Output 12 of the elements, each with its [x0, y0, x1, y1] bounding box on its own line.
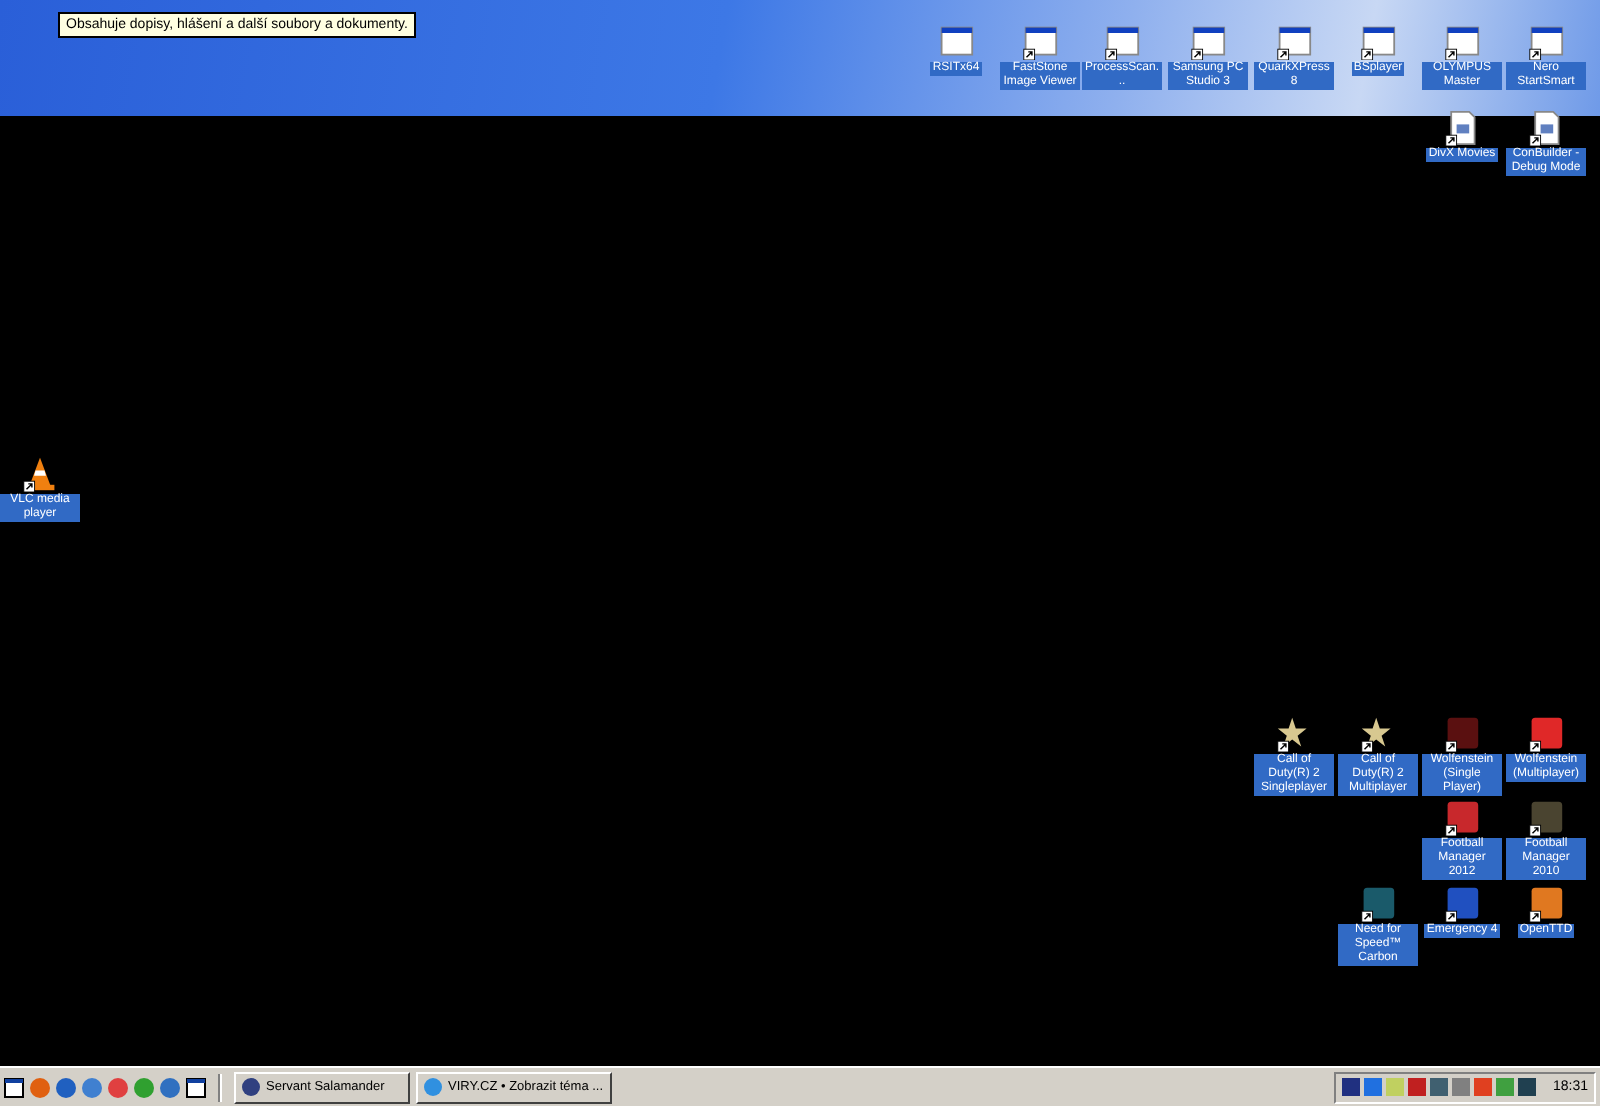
app-icon[interactable]: [56, 1077, 76, 1097]
app-icon[interactable]: [82, 1077, 102, 1097]
tray-icon[interactable]: [1430, 1078, 1449, 1096]
tray-icon[interactable]: [1408, 1078, 1427, 1096]
tray-icon[interactable]: [1342, 1078, 1361, 1096]
window-icon[interactable]: [186, 1077, 206, 1097]
app-icon: [424, 1078, 442, 1096]
app-icon: [242, 1078, 260, 1096]
window-icon[interactable]: [4, 1077, 24, 1097]
app-icon[interactable]: [134, 1077, 154, 1097]
tray-icon[interactable]: [1518, 1078, 1537, 1096]
app-icon[interactable]: [108, 1077, 128, 1097]
